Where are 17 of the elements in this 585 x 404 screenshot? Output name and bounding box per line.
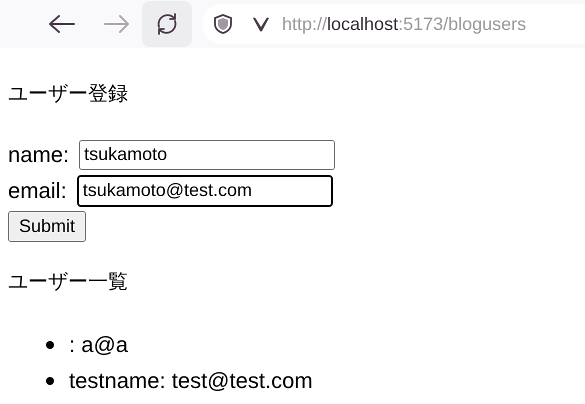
- input-field[interactable]: tsukamoto@test.com: [76, 174, 333, 206]
- browser-logo-icon: [252, 16, 270, 32]
- section-heading: ユーザー登録: [8, 82, 129, 107]
- bullet-icon: [46, 341, 54, 349]
- bullet-icon: [46, 377, 54, 385]
- url-text: http://localhost:5173/blogusers: [282, 14, 526, 34]
- address-bar[interactable]: http://localhost:5173/blogusers: [202, 4, 585, 44]
- user-entry: : a@a: [69, 332, 128, 358]
- back-icon[interactable]: [47, 14, 77, 34]
- shield-icon[interactable]: [214, 14, 232, 34]
- field-label: email:: [8, 178, 67, 204]
- field-label: name:: [8, 142, 70, 168]
- reload-button[interactable]: [142, 1, 192, 47]
- input-field[interactable]: tsukamoto: [79, 140, 336, 170]
- submit-button[interactable]: Submit: [8, 211, 86, 242]
- section-heading: ユーザー一覧: [8, 270, 129, 295]
- user-entry: testname: test@test.com: [69, 368, 313, 394]
